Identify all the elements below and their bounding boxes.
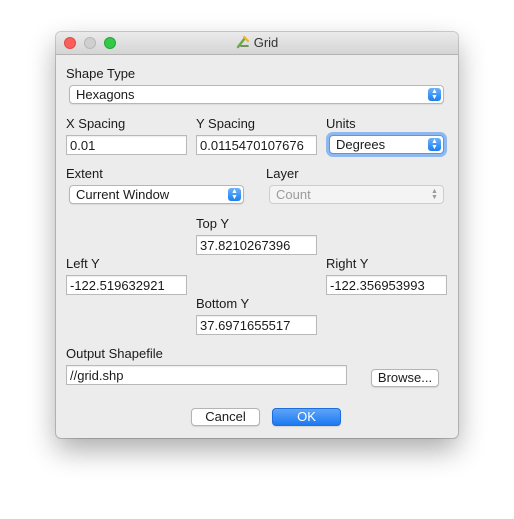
extent-select[interactable]: Current Window ▲ ▼ [69,185,244,204]
shape-type-value: Hexagons [76,87,135,102]
top-y-input[interactable]: 37.8210267396 [196,235,317,255]
bottom-y-input[interactable]: 37.6971655517 [196,315,317,335]
bottom-y-label: Bottom Y [196,296,250,311]
title-bar[interactable]: Grid [56,32,458,55]
output-shapefile-input[interactable]: //grid.shp [66,365,347,385]
output-shapefile-label: Output Shapefile [66,346,163,361]
chevron-updown-icon: ▲ ▼ [428,88,441,101]
units-value: Degrees [336,137,386,152]
browse-button[interactable]: Browse... [371,369,439,387]
left-y-input[interactable]: -122.519632921 [66,275,187,295]
window-title: Grid [253,35,279,50]
chevron-updown-icon: ▲ ▼ [431,188,438,201]
extent-label: Extent [66,166,103,181]
layer-label: Layer [266,166,299,181]
layer-select[interactable]: Count ▲ ▼ [269,185,444,204]
ok-button[interactable]: OK [272,408,341,426]
x-spacing-label: X Spacing [66,116,126,131]
cancel-button[interactable]: Cancel [191,408,260,426]
window-title-group: Grid [56,35,458,50]
units-label: Units [326,116,356,131]
extent-value: Current Window [76,187,170,202]
chevron-updown-icon: ▲ ▼ [428,138,441,151]
layer-value: Count [276,187,311,202]
units-select[interactable]: Degrees ▲ ▼ [329,135,444,154]
chevron-updown-icon: ▲ ▼ [228,188,241,201]
qgis-app-icon [236,35,249,49]
right-y-input[interactable]: -122.356953993 [326,275,447,295]
grid-dialog: Grid Shape Type Hexagons ▲ ▼ X Spacing 0.… [56,32,458,438]
shape-type-select[interactable]: Hexagons ▲ ▼ [69,85,444,104]
y-spacing-label: Y Spacing [196,116,256,131]
y-spacing-input[interactable]: 0.0115470107676 [196,135,317,155]
shape-type-label: Shape Type [66,66,136,81]
right-y-label: Right Y [326,256,369,271]
top-y-label: Top Y [196,216,230,231]
x-spacing-input[interactable]: 0.01 [66,135,187,155]
left-y-label: Left Y [66,256,100,271]
